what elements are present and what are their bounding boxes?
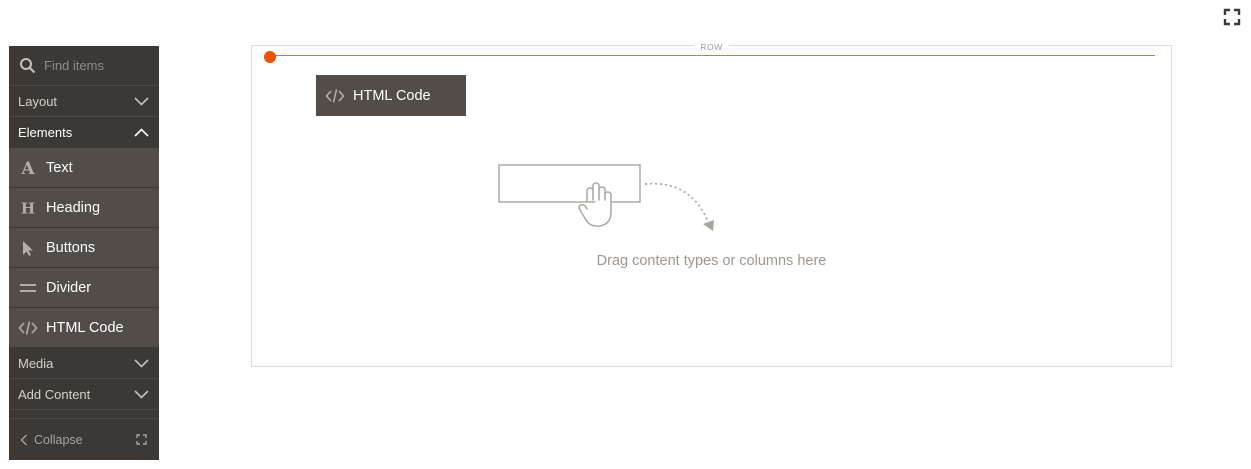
dragging-html-code-item[interactable]: HTML Code xyxy=(316,75,466,116)
code-icon xyxy=(325,86,345,106)
row-drop-indicator-line xyxy=(270,55,1155,56)
row-label: ROW xyxy=(694,42,729,52)
row-container[interactable]: ROW HTML Code Drag content types or colu… xyxy=(251,42,1172,367)
search-bar xyxy=(9,46,159,86)
code-icon xyxy=(18,318,38,338)
svg-text:H: H xyxy=(21,199,35,217)
group-label: Layout xyxy=(18,93,58,109)
collapse-button[interactable]: Collapse xyxy=(9,418,159,460)
element-label: Text xyxy=(46,159,73,176)
group-add-content[interactable]: Add Content xyxy=(9,379,159,410)
chevron-down-icon xyxy=(134,389,149,399)
chevron-down-icon xyxy=(134,358,149,368)
fullscreen-icon[interactable] xyxy=(136,434,147,445)
fullscreen-button[interactable] xyxy=(1222,7,1242,27)
empty-drop-placeholder: Drag content types or columns here xyxy=(596,253,827,269)
element-heading[interactable]: H Heading xyxy=(9,188,159,228)
drop-indicator-dot xyxy=(264,51,276,63)
fullscreen-icon xyxy=(1223,8,1241,26)
element-divider[interactable]: Divider xyxy=(9,268,159,308)
group-label: Elements xyxy=(18,125,73,140)
group-label: Add Content xyxy=(18,386,91,402)
dragging-item-label: HTML Code xyxy=(353,87,431,104)
element-buttons[interactable]: Buttons xyxy=(9,228,159,268)
element-text[interactable]: A Text xyxy=(9,148,159,188)
drag-hand-illustration xyxy=(498,164,714,231)
text-icon: A xyxy=(18,158,38,178)
element-label: HTML Code xyxy=(46,319,124,336)
search-input[interactable] xyxy=(44,58,144,73)
element-label: Buttons xyxy=(46,239,96,256)
chevron-left-icon xyxy=(20,434,27,445)
search-icon xyxy=(20,58,36,74)
divider-icon xyxy=(18,278,38,298)
svg-text:A: A xyxy=(20,159,35,177)
group-elements[interactable]: Elements xyxy=(9,117,159,148)
chevron-down-icon xyxy=(134,96,149,106)
group-label: Media xyxy=(18,355,54,371)
element-label: Divider xyxy=(46,279,92,296)
chevron-up-icon xyxy=(134,128,149,137)
cursor-arrow-icon xyxy=(18,238,38,258)
group-layout[interactable]: Layout xyxy=(9,86,159,117)
collapse-label: Collapse xyxy=(34,432,83,447)
elements-panel: Layout Elements A Text H Heading Buttons… xyxy=(9,46,159,460)
element-label: Heading xyxy=(46,199,101,216)
element-html-code[interactable]: HTML Code xyxy=(9,308,159,348)
heading-icon: H xyxy=(18,198,38,218)
group-media[interactable]: Media xyxy=(9,348,159,379)
